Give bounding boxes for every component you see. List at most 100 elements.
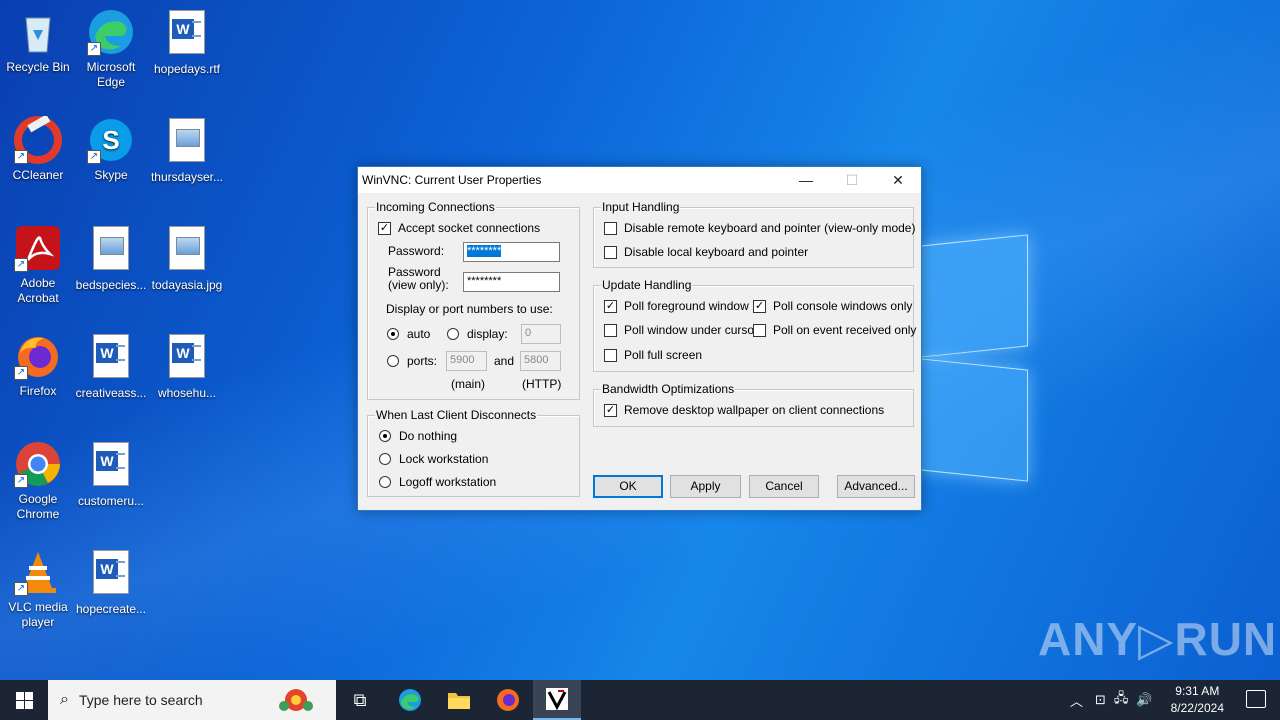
desktop-icon-todayasia[interactable]: todayasia.jpg bbox=[149, 224, 225, 293]
desktop-icon-label: Recycle Bin bbox=[6, 60, 70, 74]
desktop-icon-hopecreate[interactable]: W hopecreate... bbox=[73, 548, 149, 617]
word-doc-icon: W bbox=[87, 442, 135, 490]
taskbar-winvnc[interactable] bbox=[533, 680, 581, 720]
group-label: Input Handling bbox=[601, 200, 681, 214]
desktop-icon-whosehu[interactable]: W whosehu... bbox=[149, 332, 225, 401]
shortcut-arrow-icon: ↗ bbox=[87, 42, 101, 56]
word-doc-icon: W bbox=[87, 550, 135, 598]
minimize-button[interactable]: — bbox=[783, 167, 829, 193]
desktop-icon-label: whosehu... bbox=[157, 386, 217, 400]
poll-foreground-checkbox[interactable]: ✓ Poll foreground window bbox=[604, 299, 749, 313]
taskbar-firefox[interactable] bbox=[484, 680, 532, 720]
desktop-icon-acrobat[interactable]: ↗ Adobe Acrobat bbox=[0, 224, 76, 306]
image-file-icon bbox=[87, 226, 135, 274]
start-button[interactable] bbox=[0, 680, 48, 720]
poll-full-screen-checkbox[interactable]: Poll full screen bbox=[604, 348, 702, 362]
skype-icon: S ↗ bbox=[87, 116, 135, 164]
desktop-icon-bedspecies[interactable]: bedspecies... bbox=[73, 224, 149, 293]
svg-text:S: S bbox=[102, 125, 119, 155]
desktop-icon-label: Microsoft Edge bbox=[86, 60, 136, 89]
apply-button[interactable]: Apply bbox=[670, 475, 741, 498]
firefox-icon bbox=[497, 689, 519, 711]
windows-start-icon bbox=[15, 691, 33, 709]
radio-circle bbox=[387, 328, 399, 340]
meet-now-icon[interactable]: ⊡ bbox=[1095, 692, 1106, 708]
shortcut-arrow-icon: ↗ bbox=[14, 150, 28, 164]
taskbar-search-box[interactable]: ⌕ Type here to search bbox=[48, 680, 336, 720]
remove-wallpaper-checkbox[interactable]: ✓ Remove desktop wallpaper on client con… bbox=[604, 403, 884, 417]
desktop-icon-ccleaner[interactable]: ↗ CCleaner bbox=[0, 114, 76, 183]
desktop-icon-chrome[interactable]: ↗ Google Chrome bbox=[0, 440, 76, 522]
display-radio[interactable]: display: bbox=[447, 327, 508, 341]
password-label: Password: bbox=[388, 244, 445, 258]
taskbar-file-explorer[interactable] bbox=[435, 680, 483, 720]
desktop-icon-label: creativeass... bbox=[75, 386, 147, 400]
disable-local-input-checkbox[interactable]: Disable local keyboard and pointer bbox=[604, 245, 808, 259]
group-label: When Last Client Disconnects bbox=[375, 408, 538, 422]
close-button[interactable]: ✕ bbox=[875, 167, 921, 193]
desktop-icon-hopedays[interactable]: W hopedays.rtf bbox=[149, 8, 225, 77]
ports-radio[interactable]: ports: bbox=[387, 354, 437, 368]
desktop-icon-label: thursdayser... bbox=[150, 170, 224, 184]
desktop-icon-skype[interactable]: S ↗ Skype bbox=[73, 116, 149, 183]
desktop-icon-customeru[interactable]: W customeru... bbox=[73, 440, 149, 509]
poll-console-checkbox[interactable]: ✓ Poll console windows only bbox=[753, 299, 912, 313]
search-icon: ⌕ bbox=[60, 691, 69, 708]
taskbar-clock[interactable]: 9:31 AM 8/22/2024 bbox=[1171, 683, 1224, 717]
radio-circle bbox=[379, 453, 391, 465]
network-icon[interactable]: 🖧 bbox=[1114, 689, 1129, 711]
desktop-icon-label: customeru... bbox=[77, 494, 145, 508]
password-field[interactable]: ******** bbox=[463, 242, 560, 262]
and-label: and bbox=[494, 354, 515, 368]
shortcut-arrow-icon: ↗ bbox=[14, 582, 28, 596]
desktop-icon-creativeass[interactable]: W creativeass... bbox=[73, 332, 149, 401]
dialog-title: WinVNC: Current User Properties bbox=[362, 173, 542, 187]
disable-remote-input-checkbox[interactable]: Disable remote keyboard and pointer (vie… bbox=[604, 221, 915, 235]
desktop-icon-thursdayser[interactable]: thursdayser... bbox=[149, 116, 225, 185]
desktop-icon-label: CCleaner bbox=[12, 168, 64, 182]
search-placeholder: Type here to search bbox=[78, 692, 203, 708]
desktop-icon-label: VLC media player bbox=[8, 600, 68, 629]
main-port-field[interactable]: 5900 bbox=[446, 351, 487, 371]
logoff-workstation-radio[interactable]: Logoff workstation bbox=[379, 475, 496, 489]
auto-radio[interactable]: auto bbox=[387, 327, 430, 341]
radio-circle bbox=[447, 328, 459, 340]
notification-icon[interactable] bbox=[1246, 690, 1266, 708]
poll-on-event-checkbox[interactable]: Poll on event received only bbox=[753, 323, 916, 337]
edge-icon bbox=[399, 689, 421, 711]
desktop-icon-firefox[interactable]: ↗ Firefox bbox=[0, 332, 76, 399]
firefox-icon: ↗ bbox=[14, 332, 62, 380]
poll-under-cursor-checkbox[interactable]: Poll window under cursor bbox=[604, 323, 758, 337]
group-label: Bandwidth Optimizations bbox=[601, 382, 736, 396]
shortcut-arrow-icon: ↗ bbox=[87, 150, 101, 164]
task-view-button[interactable]: ⧉ bbox=[336, 680, 384, 720]
volume-icon[interactable]: 🔊 bbox=[1136, 692, 1152, 708]
task-view-icon: ⧉ bbox=[353, 689, 367, 710]
minimize-icon: — bbox=[799, 172, 813, 188]
password-view-only-field[interactable]: ******** bbox=[463, 272, 560, 292]
ok-button[interactable]: OK bbox=[593, 475, 663, 498]
advanced-button[interactable]: Advanced... bbox=[837, 475, 915, 498]
image-file-icon bbox=[163, 226, 211, 274]
checkbox-box: ✓ bbox=[604, 299, 617, 313]
chevron-up-icon[interactable]: ︿ bbox=[1070, 691, 1083, 710]
shortcut-arrow-icon: ↗ bbox=[14, 258, 28, 272]
desktop-icon-recycle-bin[interactable]: Recycle Bin bbox=[0, 8, 76, 75]
cancel-button[interactable]: Cancel bbox=[749, 475, 819, 498]
radio-circle bbox=[387, 355, 399, 367]
desktop-icon-label: Skype bbox=[94, 168, 128, 182]
display-number-field[interactable]: 0 bbox=[521, 324, 561, 344]
desktop-icon-edge[interactable]: ↗ Microsoft Edge bbox=[73, 8, 149, 90]
winvnc-icon bbox=[546, 688, 568, 711]
close-icon: ✕ bbox=[892, 171, 904, 188]
http-port-field[interactable]: 5800 bbox=[520, 351, 561, 371]
do-nothing-radio[interactable]: Do nothing bbox=[379, 429, 457, 443]
lock-workstation-radio[interactable]: Lock workstation bbox=[379, 452, 488, 466]
desktop-icon-vlc[interactable]: ↗ VLC media player bbox=[0, 548, 76, 630]
word-doc-icon: W bbox=[163, 10, 211, 58]
clock-date: 8/22/2024 bbox=[1170, 701, 1224, 715]
accept-connections-checkbox[interactable]: ✓ Accept socket connections bbox=[378, 221, 540, 235]
taskbar-edge[interactable] bbox=[386, 680, 434, 720]
checkbox-box bbox=[604, 221, 617, 235]
dialog-titlebar[interactable]: WinVNC: Current User Properties — ☐ ✕ bbox=[358, 167, 921, 193]
